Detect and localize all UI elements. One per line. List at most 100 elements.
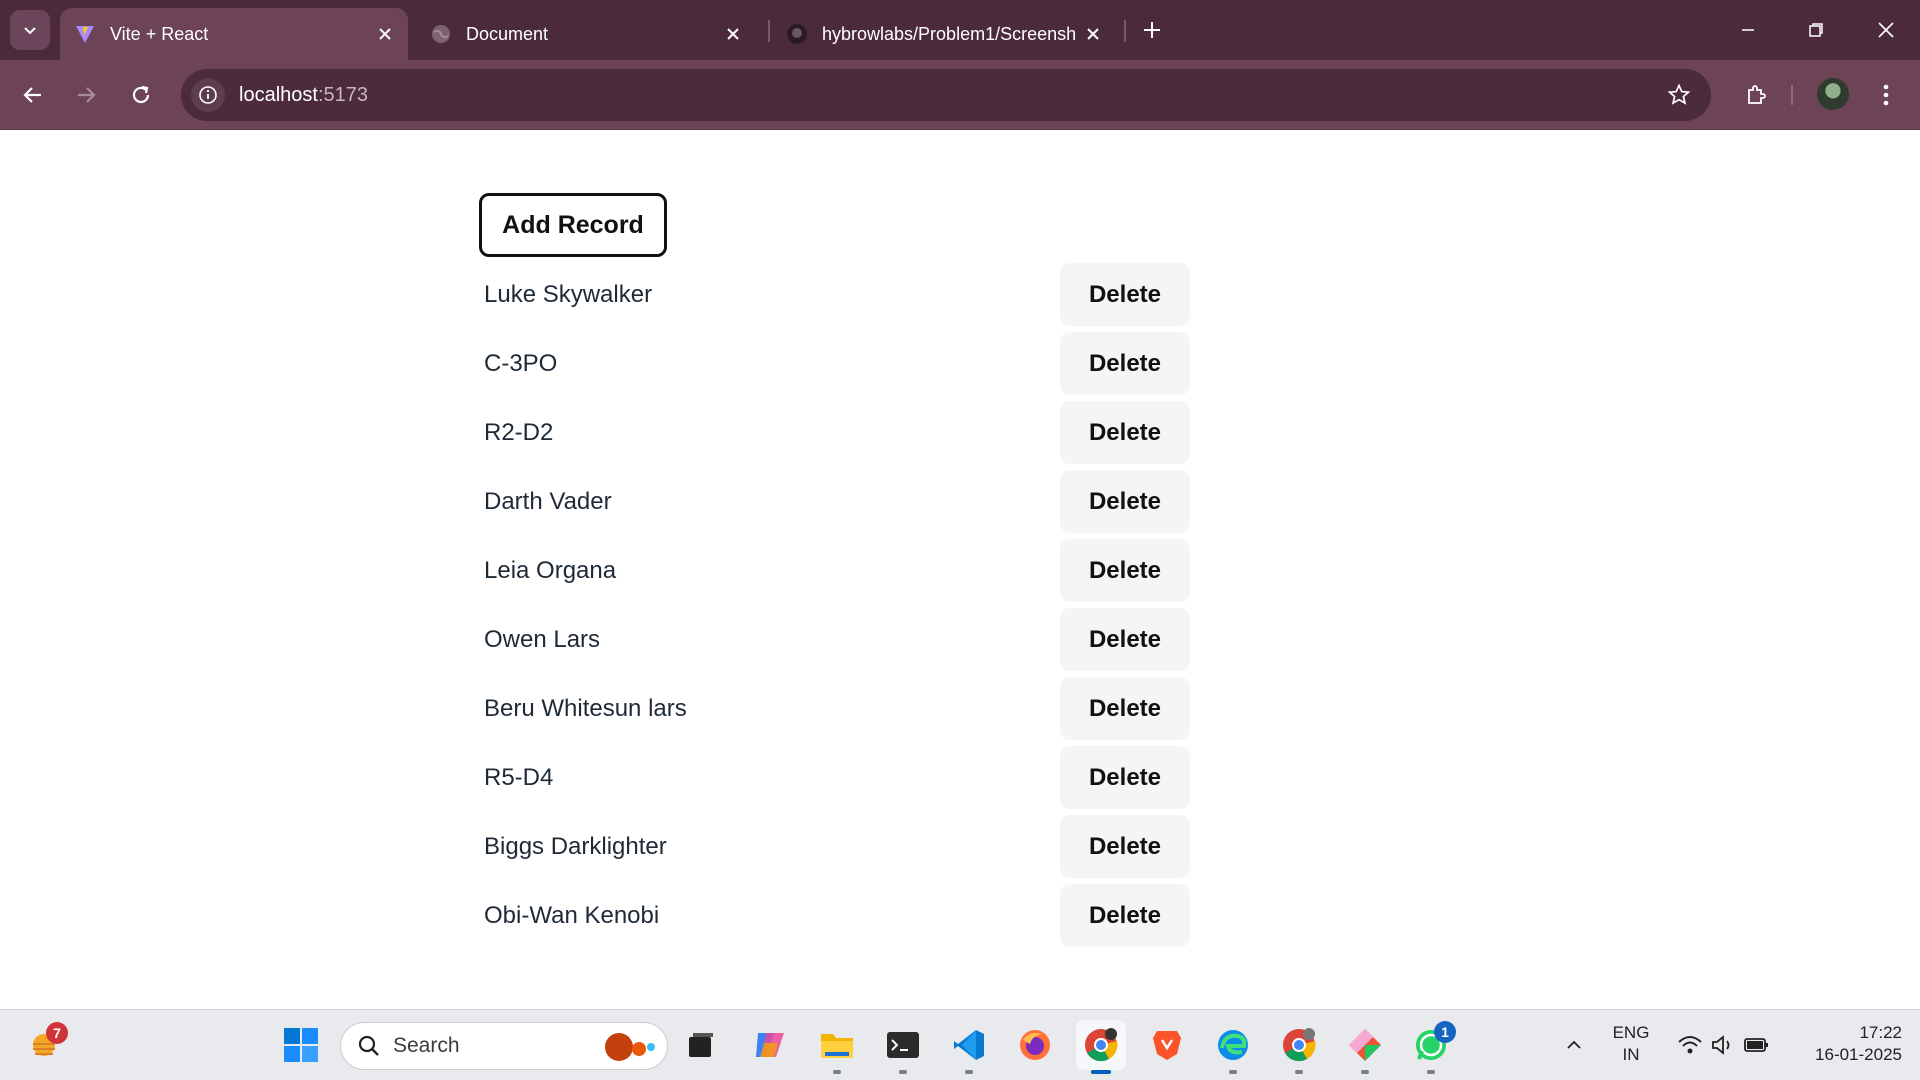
vscode-app[interactable] (944, 1020, 994, 1074)
battery-icon (1744, 1038, 1768, 1052)
quick-settings-button[interactable] (1668, 1020, 1778, 1070)
extensions-button[interactable] (1736, 75, 1776, 115)
task-view-button[interactable] (676, 1020, 726, 1070)
clock-time: 17:22 (1859, 1023, 1902, 1042)
tab-title: Document (466, 23, 549, 44)
page-content: Add Record Luke Skywalker Delete C-3PO Dele… (0, 131, 1920, 1009)
clock[interactable]: 17:22 16-01-2025 (1790, 1022, 1902, 1066)
plus-icon (1144, 22, 1160, 38)
record-row: Beru Whitesun lars Delete (484, 674, 1190, 743)
reload-button[interactable] (121, 75, 161, 115)
record-name: Darth Vader (484, 487, 612, 515)
back-button[interactable] (13, 75, 53, 115)
forward-button[interactable] (66, 75, 106, 115)
close-tab-icon[interactable] (720, 21, 746, 47)
minimize-icon (1742, 29, 1754, 31)
delete-button[interactable]: Delete (1060, 746, 1190, 809)
firefox-icon (1020, 1030, 1050, 1060)
close-window-button[interactable] (1864, 10, 1908, 50)
delete-button[interactable]: Delete (1060, 884, 1190, 947)
delete-button[interactable]: Delete (1060, 470, 1190, 533)
record-row: Darth Vader Delete (484, 467, 1190, 536)
region-code: IN (1622, 1045, 1640, 1064)
file-explorer-app[interactable] (812, 1020, 862, 1074)
add-record-button[interactable]: Add Record (479, 193, 667, 257)
delete-button[interactable]: Delete (1060, 539, 1190, 602)
copilot-app[interactable] (745, 1020, 795, 1070)
record-row: Luke Skywalker Delete (484, 260, 1190, 329)
vscode-icon (954, 1030, 984, 1060)
clock-date: 16-01-2025 (1815, 1045, 1902, 1064)
search-icon (358, 1035, 379, 1056)
toolbar-separator (1791, 85, 1793, 105)
star-icon (1667, 83, 1691, 105)
language-indicator[interactable]: ENG IN (1603, 1022, 1659, 1066)
search-highlight-icon (605, 1033, 655, 1061)
record-row: Leia Organa Delete (484, 536, 1190, 605)
globe-icon (430, 23, 452, 45)
back-arrow-icon (23, 87, 41, 103)
record-row: C-3PO Delete (484, 329, 1190, 398)
whatsapp-app[interactable]: 1 (1406, 1020, 1456, 1074)
site-info-button[interactable] (191, 78, 225, 112)
record-name: Owen Lars (484, 625, 601, 653)
kebab-menu-icon (1883, 84, 1889, 106)
tab-search-button[interactable] (10, 10, 50, 50)
brave-icon (1153, 1031, 1181, 1060)
language-code: ENG (1612, 1023, 1650, 1042)
restore-button[interactable] (1794, 10, 1838, 50)
terminal-app[interactable] (878, 1020, 928, 1074)
brave-app[interactable] (1142, 1020, 1192, 1070)
edge-app[interactable] (1208, 1020, 1258, 1074)
weather-widget[interactable]: 7 (22, 1020, 72, 1070)
record-name: R2-D2 (484, 418, 554, 446)
edge-icon (1218, 1030, 1248, 1060)
tab-separator (1124, 20, 1126, 42)
reload-icon (132, 85, 150, 104)
new-tab-button[interactable] (1136, 14, 1168, 46)
restore-icon (1809, 23, 1823, 37)
delete-button[interactable]: Delete (1060, 332, 1190, 395)
tab-title: hybrowlabs/Problem1/Screensh (822, 23, 1077, 44)
tab-github[interactable]: hybrowlabs/Problem1/Screensh (772, 8, 1116, 60)
task-view-icon (689, 1033, 713, 1057)
git-icon (1349, 1029, 1381, 1061)
show-hidden-icons-button[interactable] (1550, 1020, 1598, 1070)
forward-arrow-icon (78, 87, 96, 103)
delete-button[interactable]: Delete (1060, 263, 1190, 326)
chrome-app[interactable] (1076, 1020, 1126, 1074)
volume-icon (1712, 1035, 1730, 1055)
url-port: :5173 (317, 83, 368, 106)
close-icon (1878, 22, 1894, 38)
minimize-button[interactable] (1726, 10, 1770, 50)
browser-menu-button[interactable] (1866, 75, 1906, 115)
record-name: R5-D4 (484, 763, 554, 791)
close-tab-icon[interactable] (372, 21, 398, 47)
notification-badge: 7 (46, 1022, 68, 1044)
record-name: Obi-Wan Kenobi (484, 901, 660, 929)
bookmark-button[interactable] (1663, 79, 1695, 111)
chrome-profile-app[interactable] (1274, 1020, 1324, 1074)
firefox-app[interactable] (1010, 1020, 1060, 1070)
record-name: Leia Organa (484, 556, 617, 584)
delete-button[interactable]: Delete (1060, 677, 1190, 740)
wifi-icon (1678, 1036, 1702, 1054)
delete-button[interactable]: Delete (1060, 608, 1190, 671)
record-row: Obi-Wan Kenobi Delete (484, 881, 1190, 950)
browser-toolbar: localhost:5173 (0, 60, 1920, 130)
tab-vite-react[interactable]: Vite + React (60, 8, 408, 60)
chrome-icon (1283, 1028, 1316, 1062)
delete-button[interactable]: Delete (1060, 815, 1190, 878)
profile-avatar[interactable] (1817, 78, 1849, 110)
address-bar[interactable]: localhost:5173 (181, 69, 1711, 121)
tab-title: Vite + React (110, 23, 209, 44)
delete-button[interactable]: Delete (1060, 401, 1190, 464)
start-button[interactable] (276, 1020, 326, 1070)
close-tab-icon[interactable] (1080, 21, 1106, 47)
tab-document[interactable]: Document (416, 8, 756, 60)
record-name: Beru Whitesun lars (484, 694, 687, 722)
git-app[interactable] (1340, 1020, 1390, 1074)
record-row: R5-D4 Delete (484, 743, 1190, 812)
windows-taskbar: 7 Search 1 ENG IN 17:22 16-01-2025 (0, 1009, 1920, 1080)
taskbar-search[interactable]: Search (340, 1022, 668, 1070)
